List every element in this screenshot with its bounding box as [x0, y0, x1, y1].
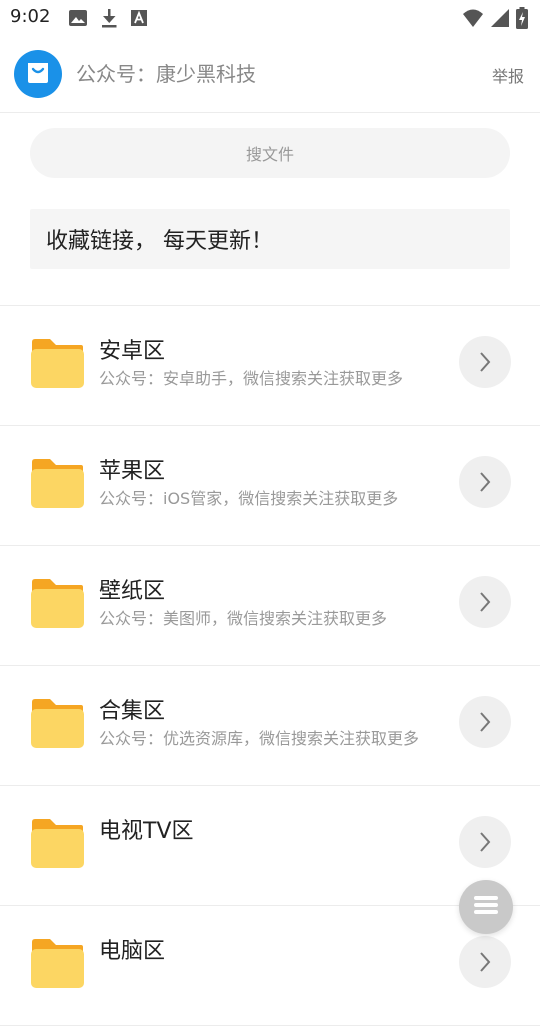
chevron-right-icon[interactable]: [459, 816, 511, 868]
notice-text: 收藏链接， 每天更新！: [46, 229, 273, 254]
folder-icon: [30, 938, 84, 988]
search-placeholder: 搜文件: [245, 145, 294, 164]
list-item-tv[interactable]: 电视TV区: [0, 786, 540, 906]
list-item-title: 电脑区: [99, 939, 166, 964]
list-item-subtitle: 公众号：iOS管家，微信搜索关注获取更多: [99, 489, 399, 508]
account-title: 公众号：康少黑科技: [76, 62, 256, 86]
download-icon: [100, 8, 118, 32]
list-item-android[interactable]: 安卓区 公众号：安卓助手，微信搜索关注获取更多: [0, 306, 540, 426]
image-icon: [68, 9, 88, 31]
list-item-pc[interactable]: 电脑区: [0, 906, 540, 1026]
status-time: 9:02: [10, 6, 51, 27]
list-item-title: 合集区: [99, 699, 166, 724]
report-button[interactable]: 举报: [492, 63, 524, 87]
folder-list: 安卓区 公众号：安卓助手，微信搜索关注获取更多 苹果区 公众号：iOS管家，微信…: [0, 306, 540, 1026]
list-item-collection[interactable]: 合集区 公众号：优选资源库，微信搜索关注获取更多: [0, 666, 540, 786]
wifi-icon: [462, 8, 484, 32]
account-avatar[interactable]: [14, 50, 62, 98]
status-system-icons: [462, 7, 528, 33]
list-item-subtitle: 公众号：安卓助手，微信搜索关注获取更多: [99, 369, 404, 388]
folder-icon: [30, 698, 84, 748]
folder-icon: [30, 338, 84, 388]
folder-icon: [30, 818, 84, 868]
menu-fab-button[interactable]: [459, 880, 513, 934]
chevron-right-icon[interactable]: [459, 576, 511, 628]
notice-banner: 收藏链接， 每天更新！: [30, 209, 510, 269]
list-item-subtitle: 公众号：优选资源库，微信搜索关注获取更多: [99, 729, 420, 748]
folder-icon: [30, 458, 84, 508]
list-item-wallpaper[interactable]: 壁纸区 公众号：美图师，微信搜索关注获取更多: [0, 546, 540, 666]
app-header: 公众号：康少黑科技 举报: [0, 36, 540, 113]
cell-signal-icon: [490, 8, 510, 32]
bag-icon: [25, 60, 51, 88]
chevron-right-icon[interactable]: [459, 936, 511, 988]
status-notification-icons: [68, 8, 148, 32]
status-bar: 9:02: [0, 0, 540, 36]
chevron-right-icon[interactable]: [459, 456, 511, 508]
list-item-title: 安卓区: [99, 339, 166, 364]
text-a-icon: [130, 9, 148, 31]
list-item-subtitle: 公众号：美图师，微信搜索关注获取更多: [99, 609, 388, 628]
folder-icon: [30, 578, 84, 628]
search-input[interactable]: 搜文件: [30, 128, 510, 178]
list-item-title: 苹果区: [99, 459, 166, 484]
list-item-title: 壁纸区: [99, 579, 166, 604]
battery-charging-icon: [516, 7, 528, 33]
chevron-right-icon[interactable]: [459, 696, 511, 748]
chevron-right-icon[interactable]: [459, 336, 511, 388]
menu-icon: [473, 894, 499, 920]
list-item-apple[interactable]: 苹果区 公众号：iOS管家，微信搜索关注获取更多: [0, 426, 540, 546]
list-item-title: 电视TV区: [99, 819, 194, 844]
